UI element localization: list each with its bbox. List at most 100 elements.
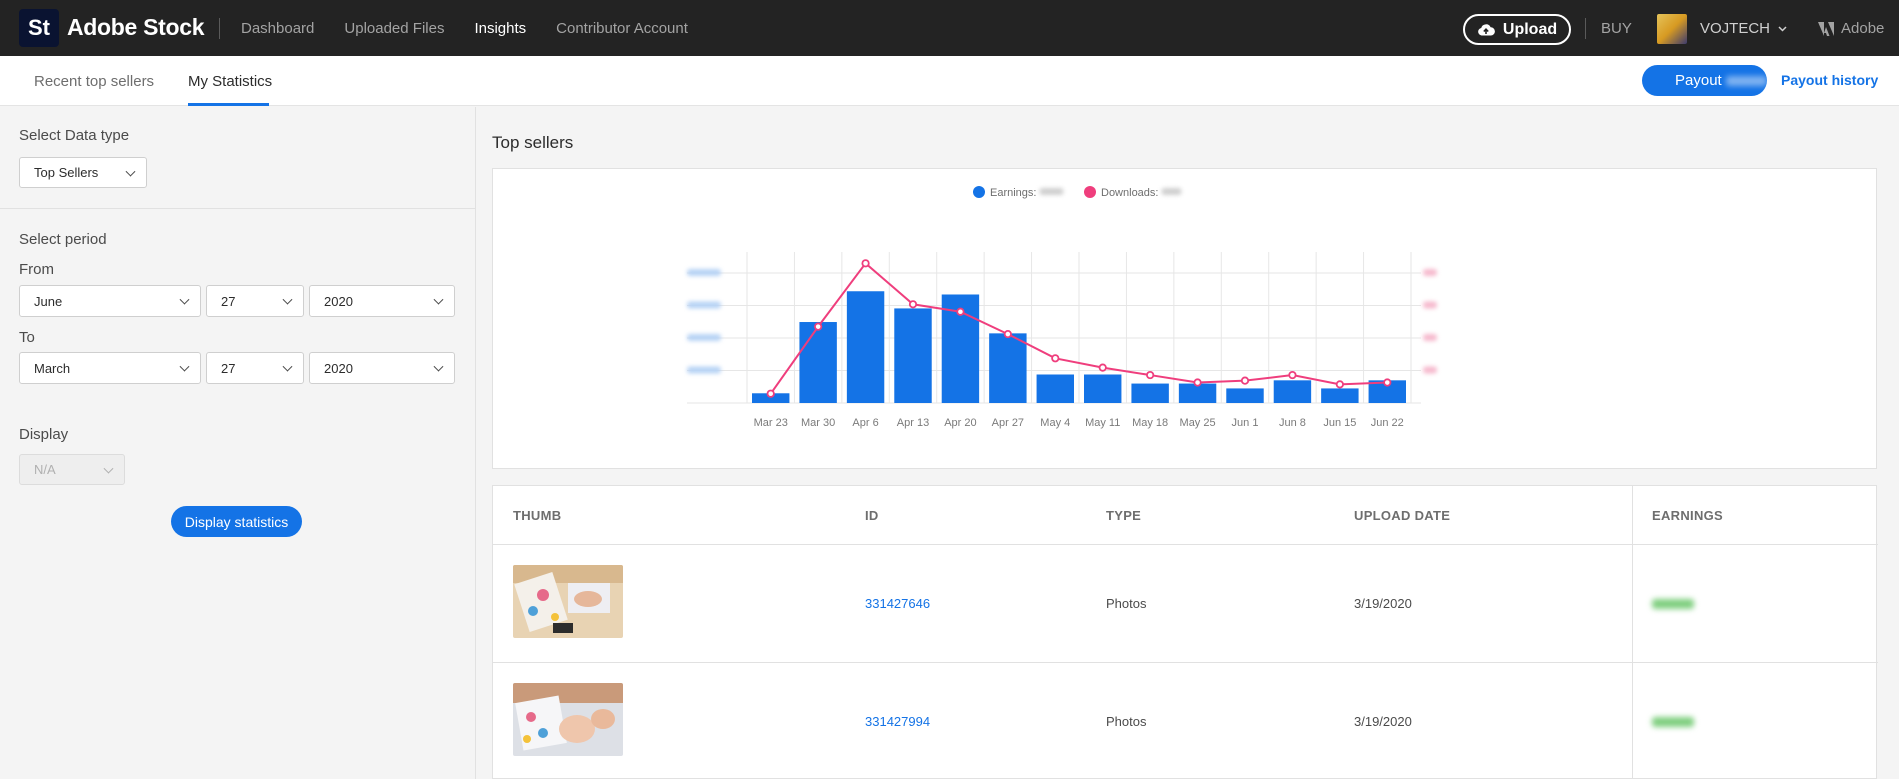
y2-axis-label-redacted [1423, 301, 1437, 309]
display-select[interactable]: N/A [19, 454, 125, 485]
to-day-value: 27 [221, 360, 236, 376]
top-divider [1585, 18, 1586, 39]
chevron-down-icon [179, 294, 190, 305]
to-day-select[interactable]: 27 [206, 352, 304, 384]
upload-date: 3/19/2020 [1354, 596, 1412, 611]
chevron-down-icon [433, 361, 444, 372]
avatar[interactable] [1657, 14, 1687, 44]
earnings-redacted [1652, 599, 1694, 609]
legend-marker [1084, 186, 1096, 198]
x-tick-label: Apr 6 [852, 417, 878, 429]
x-tick-label: Apr 13 [897, 417, 929, 429]
downloads-point [1098, 363, 1107, 372]
downloads-point [814, 322, 823, 331]
x-tick-label: Jun 8 [1279, 417, 1306, 429]
downloads-point [1003, 329, 1012, 339]
adobe-link[interactable]: Adobe [1818, 20, 1884, 37]
adobe-stock-logo[interactable]: St [19, 9, 59, 47]
column-header-thumb: THUMB [513, 508, 562, 523]
brand-name[interactable]: Adobe Stock [67, 14, 205, 41]
chevron-down-icon [282, 294, 293, 305]
earnings-redacted [1652, 717, 1694, 727]
display-label: Display [19, 426, 69, 443]
downloads-point [908, 300, 918, 309]
chart-bar [1036, 374, 1074, 403]
x-tick-label: Jun 1 [1232, 417, 1259, 429]
x-tick-label: Apr 27 [992, 417, 1024, 429]
asset-id-link[interactable]: 331427646 [865, 596, 930, 611]
x-tick-label: May 4 [1040, 417, 1070, 429]
to-year-value: 2020 [324, 360, 353, 376]
x-tick-label: May 11 [1085, 417, 1120, 429]
payout-history-link[interactable]: Payout history [1781, 72, 1878, 88]
from-label: From [19, 261, 54, 278]
y2-axis-label-redacted [1423, 334, 1437, 341]
user-menu[interactable]: VOJTECH [1700, 20, 1787, 37]
display-statistics-button[interactable]: Display statistics [171, 506, 302, 537]
upload-date: 3/19/2020 [1354, 714, 1412, 729]
buy-link[interactable]: BUY [1601, 20, 1632, 37]
active-tab-indicator [188, 103, 269, 106]
legend-marker [973, 186, 985, 198]
header-divider [493, 544, 1878, 545]
legend-label: Earnings: [990, 187, 1036, 199]
y-axis-label-redacted [687, 366, 721, 374]
column-header-id[interactable]: ID [865, 508, 879, 523]
downloads-point [1240, 376, 1250, 385]
chevron-down-icon [282, 361, 293, 372]
chevron-down-icon [179, 361, 190, 372]
x-tick-label: Jun 15 [1323, 417, 1356, 429]
from-month-value: June [34, 293, 63, 309]
nav-contributor-account[interactable]: Contributor Account [556, 20, 688, 37]
cloud-upload-icon [1478, 23, 1495, 35]
display-value: N/A [34, 462, 56, 477]
main-nav: Dashboard Uploaded Files Insights Contri… [241, 20, 688, 37]
payout-label: Payout [1675, 72, 1722, 89]
filter-sidebar: Select Data type Top Sellers Select peri… [0, 107, 476, 779]
thumbnail-image[interactable] [513, 683, 623, 756]
y2-axis-label-redacted [1423, 366, 1437, 374]
thumbnail-image[interactable] [513, 565, 623, 638]
adobe-logo-icon [1818, 21, 1834, 36]
payout-amount-redacted [1725, 75, 1767, 86]
downloads-point [956, 307, 965, 316]
chevron-down-icon [1778, 25, 1787, 32]
top-sellers-table: THUMB ID TYPE UPLOAD DATE EARNINGS 33142… [492, 485, 1878, 779]
x-tick-label: Apr 20 [944, 417, 976, 429]
from-day-value: 27 [221, 293, 236, 309]
chevron-down-icon [125, 166, 136, 177]
column-header-earnings[interactable]: EARNINGS [1652, 508, 1723, 523]
tab-recent-top-sellers[interactable]: Recent top sellers [34, 73, 154, 90]
nav-insights[interactable]: Insights [474, 20, 526, 37]
chart-bar [1321, 388, 1359, 403]
legend-value-redacted [1039, 188, 1064, 195]
top-sellers-chart: Mar 23 Mar 30 Apr 6 Apr 13 Apr 20 Apr 27 May 4… [687, 186, 1437, 429]
chart-bar [1084, 374, 1122, 403]
from-month-select[interactable]: June [19, 285, 201, 317]
nav-dashboard[interactable]: Dashboard [241, 20, 314, 37]
upload-button[interactable]: Upload [1463, 14, 1571, 45]
y-axis-label-redacted [687, 301, 721, 309]
asset-id-link[interactable]: 331427994 [865, 714, 930, 729]
downloads-point [1051, 354, 1060, 363]
downloads-point [1383, 378, 1392, 387]
data-type-select[interactable]: Top Sellers [19, 157, 147, 188]
x-tick-label: May 18 [1132, 417, 1168, 429]
upload-label: Upload [1502, 20, 1558, 38]
y-axis-label-redacted [687, 269, 721, 276]
chart-bar [894, 308, 932, 403]
adobe-label: Adobe [1841, 20, 1885, 37]
column-header-upload-date[interactable]: UPLOAD DATE [1354, 508, 1450, 523]
nav-uploaded-files[interactable]: Uploaded Files [344, 20, 444, 37]
from-day-select[interactable]: 27 [206, 285, 304, 317]
column-header-type[interactable]: TYPE [1106, 508, 1141, 523]
to-month-select[interactable]: March [19, 352, 201, 384]
from-year-select[interactable]: 2020 [309, 285, 455, 317]
legend-label: Downloads: [1101, 187, 1158, 199]
downloads-point [1146, 370, 1155, 380]
tab-my-statistics[interactable]: My Statistics [188, 73, 272, 90]
payout-button[interactable]: Payout [1642, 65, 1767, 96]
to-year-select[interactable]: 2020 [309, 352, 455, 384]
to-month-value: March [34, 360, 71, 376]
x-tick-label: Jun 22 [1371, 417, 1404, 429]
